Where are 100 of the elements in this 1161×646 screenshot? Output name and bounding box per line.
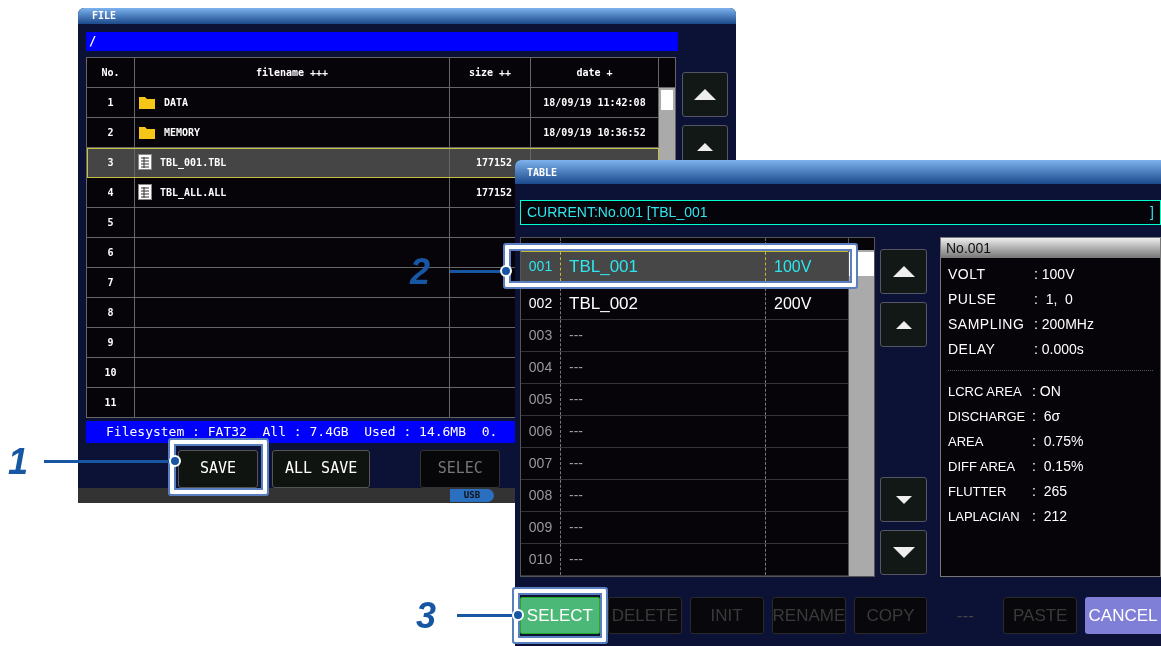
file-row[interactable]: 2 MEMORY 18/09/19 10:36:52	[87, 117, 659, 148]
window-title: FILE	[92, 9, 117, 24]
setting-value: : 1, 0	[1034, 290, 1073, 309]
setting-label: FLUTTER	[948, 482, 1008, 501]
table-name: ---	[569, 518, 583, 537]
callout-number: 3	[416, 596, 437, 636]
toolbar-button[interactable]: ALL SAVE	[272, 449, 371, 488]
row-number: 004	[528, 358, 553, 377]
table-row[interactable]: 006 ---	[521, 416, 848, 448]
up-arrow-icon	[694, 88, 716, 100]
table-cell-text: 7	[107, 275, 114, 290]
setting-label: DELAY	[948, 340, 997, 359]
cancel-button[interactable]: CANCEL	[1085, 597, 1161, 634]
setting-value: : ON	[1032, 382, 1061, 401]
bracket-text: ]	[1150, 203, 1154, 222]
table-cell-text: 8	[107, 305, 114, 320]
setting-value: : 200MHz	[1034, 315, 1094, 334]
up-arrow-icon	[697, 143, 713, 151]
setting-label: VOLT	[948, 265, 987, 284]
table-row[interactable]: 002 TBL_002 200V	[521, 288, 848, 320]
scroll-up-button[interactable]	[682, 71, 728, 117]
callout-number: 1	[8, 442, 29, 482]
voltage-value: 200V	[774, 293, 812, 314]
table-cell-text: 4	[107, 185, 114, 200]
row-number: 009	[528, 518, 553, 537]
table-cell-text: 5	[107, 215, 114, 230]
setting-label: LAPLACIAN	[948, 507, 1021, 526]
file-row[interactable]: 1 DATA 18/09/19 11:42:08	[87, 87, 659, 118]
panel-title: No.001	[946, 238, 992, 258]
path-bar: /	[86, 31, 678, 51]
table-name: ---	[569, 422, 583, 441]
table-row[interactable]: 010 ---	[521, 544, 848, 576]
table-cell-text: 6	[107, 245, 114, 260]
table-row[interactable]: 008 ---	[521, 480, 848, 512]
table-name: ---	[569, 326, 583, 345]
table-name: ---	[569, 390, 583, 409]
table-name: ---	[569, 486, 583, 505]
table-name: ---	[569, 358, 583, 377]
row-number: 005	[528, 390, 553, 409]
table-cell-text: DATA	[164, 95, 189, 110]
row-number: 007	[528, 454, 553, 473]
table-row[interactable]: 009 ---	[521, 512, 848, 544]
table-cell-text: 11	[104, 395, 117, 410]
leader-line	[457, 609, 524, 621]
table-cell-text: TBL_001.TBL	[160, 155, 227, 170]
column-header: size ++	[450, 57, 531, 88]
table-file-icon	[138, 154, 152, 170]
setting-label: SAMPLING	[948, 315, 1026, 334]
table-name: ---	[569, 550, 583, 569]
table-cell-text: 18/09/19 10:36:52	[543, 125, 646, 140]
page-down-button[interactable]	[880, 530, 927, 575]
scrollbar[interactable]	[848, 238, 874, 576]
column-header: No.	[87, 57, 135, 88]
table-cell-text: 10	[104, 365, 117, 380]
table-name: ---	[569, 454, 583, 473]
toolbar-button[interactable]: SAVE	[178, 449, 258, 488]
table-cell-text: TBL_ALL.ALL	[160, 185, 227, 200]
table-row[interactable]: 001 TBL_001 100V	[521, 250, 848, 282]
table-cell-text: 177152	[475, 185, 512, 200]
setting-label: PULSE	[948, 290, 998, 309]
setting-value: : 6σ	[1032, 407, 1061, 426]
setting-label: DIFF AREA	[948, 457, 1017, 476]
setting-value: : 0.15%	[1032, 457, 1084, 476]
column-header: filename +++	[135, 57, 450, 88]
table-cell-text: 9	[107, 335, 114, 350]
table-row[interactable]: 007 ---	[521, 448, 848, 480]
row-number: 006	[528, 422, 553, 441]
table-cell-text: 3	[107, 155, 114, 170]
row-number: 008	[528, 486, 553, 505]
setting-value: : 0.75%	[1032, 432, 1084, 451]
table-cell-text: 177152	[475, 155, 512, 170]
setting-value: : 212	[1032, 507, 1068, 526]
setting-label: LCRC AREA	[948, 382, 1023, 401]
table-row[interactable]: 004 ---	[521, 352, 848, 384]
table-cell-text: 1	[107, 95, 114, 110]
up-arrow-icon	[895, 320, 912, 329]
setting-value: : 0.000s	[1034, 340, 1084, 359]
row-number: 003	[528, 326, 553, 345]
setting-label: AREA	[948, 432, 985, 451]
window-title: TABLE	[527, 165, 558, 180]
table-cell-text: MEMORY	[164, 125, 201, 140]
scroll-down-button[interactable]	[880, 477, 927, 522]
folder-icon	[138, 94, 156, 110]
scroll-up-button[interactable]	[880, 302, 927, 347]
table-row[interactable]: 005 ---	[521, 384, 848, 416]
usb-badge: USB	[449, 488, 495, 502]
setting-value: : 265	[1032, 482, 1068, 501]
folder-icon	[138, 124, 156, 140]
setting-label: DISCHARGE	[948, 407, 1027, 426]
separator-text: ---	[955, 604, 975, 627]
voltage-value: 100V	[774, 256, 812, 277]
down-arrow-icon	[895, 495, 912, 504]
row-number: 010	[528, 550, 553, 569]
leader-line	[450, 265, 512, 277]
table-cell-text: 18/09/19 11:42:08	[543, 95, 646, 110]
down-arrow-icon	[892, 547, 915, 558]
up-arrow-icon	[892, 266, 915, 277]
table-row[interactable]: 003 ---	[521, 320, 848, 352]
table-file-icon	[138, 184, 152, 200]
page-up-button[interactable]	[880, 249, 927, 294]
